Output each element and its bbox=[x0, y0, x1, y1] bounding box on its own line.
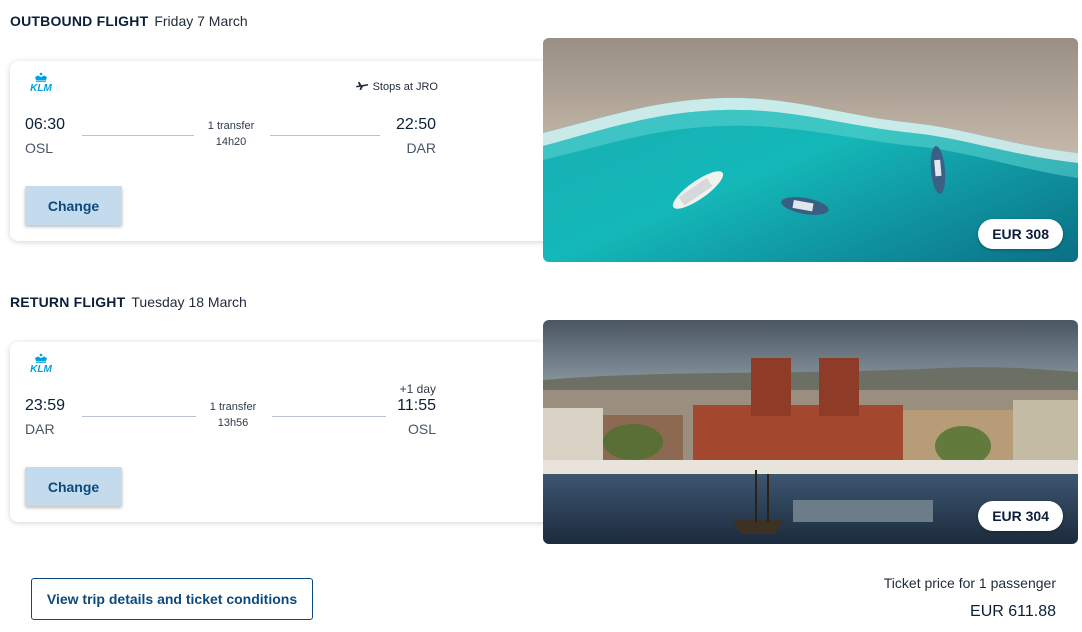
transfer-info: 1 transfer 14h20 bbox=[191, 118, 271, 150]
outbound-price-badge: EUR 308 bbox=[978, 219, 1063, 249]
outbound-header: OUTBOUND FLIGHT Friday 7 March bbox=[10, 13, 248, 29]
arrival-time: 22:50 bbox=[395, 116, 436, 133]
departure-time: 06:30 bbox=[25, 116, 66, 133]
view-trip-details-button[interactable]: View trip details and ticket conditions bbox=[31, 578, 313, 620]
return-change-button[interactable]: Change bbox=[25, 467, 122, 506]
flight-duration: 14h20 bbox=[215, 136, 247, 148]
stops-text: Stops at JRO bbox=[372, 80, 438, 93]
arrival-airport: DAR bbox=[406, 140, 436, 156]
return-destination-image: EUR 304 bbox=[543, 320, 1078, 544]
outbound-destination-image: EUR 308 bbox=[543, 38, 1078, 262]
outbound-flight-card: KLM Stops at JRO 06:30 OSL 1 transfer 14… bbox=[10, 61, 550, 241]
ticket-total-price: EUR 611.88 bbox=[970, 603, 1056, 620]
transfer-count: 1 transfer bbox=[207, 120, 255, 132]
day-offset: +1 day bbox=[399, 382, 436, 396]
klm-logo-icon: KLM bbox=[24, 353, 58, 373]
outbound-change-button[interactable]: Change bbox=[25, 186, 122, 225]
route-line-left bbox=[82, 135, 194, 136]
svg-text:KLM: KLM bbox=[30, 364, 52, 373]
outbound-label: OUTBOUND FLIGHT bbox=[10, 13, 149, 29]
route-line-left bbox=[82, 416, 196, 417]
trip-summary-page: OUTBOUND FLIGHT Friday 7 March KLM Stops … bbox=[0, 0, 1082, 632]
klm-logo-icon: KLM bbox=[24, 72, 58, 92]
arrival-time: 11:55 bbox=[397, 397, 436, 414]
transfer-count: 1 transfer bbox=[209, 401, 257, 413]
ticket-price-label: Ticket price for 1 passenger bbox=[883, 575, 1056, 591]
return-price-badge: EUR 304 bbox=[978, 501, 1063, 531]
route-line-right bbox=[270, 135, 380, 136]
return-label: RETURN FLIGHT bbox=[10, 294, 126, 310]
return-flight-card: KLM 23:59 DAR 1 transfer 13h56 +1 day 11… bbox=[10, 342, 550, 522]
plane-icon bbox=[355, 79, 369, 94]
svg-text:KLM: KLM bbox=[30, 83, 52, 92]
return-header: RETURN FLIGHT Tuesday 18 March bbox=[10, 294, 247, 310]
route-line-right bbox=[272, 416, 386, 417]
departure-time: 23:59 bbox=[25, 397, 66, 414]
transfer-info: 1 transfer 13h56 bbox=[193, 399, 273, 431]
flight-duration: 13h56 bbox=[217, 417, 249, 429]
return-date: Tuesday 18 March bbox=[131, 294, 247, 310]
departure-airport: OSL bbox=[25, 140, 54, 156]
departure-airport: DAR bbox=[25, 421, 55, 437]
arrival-airport: OSL bbox=[407, 421, 436, 437]
outbound-date: Friday 7 March bbox=[154, 13, 248, 29]
stops-info: Stops at JRO bbox=[355, 79, 438, 94]
